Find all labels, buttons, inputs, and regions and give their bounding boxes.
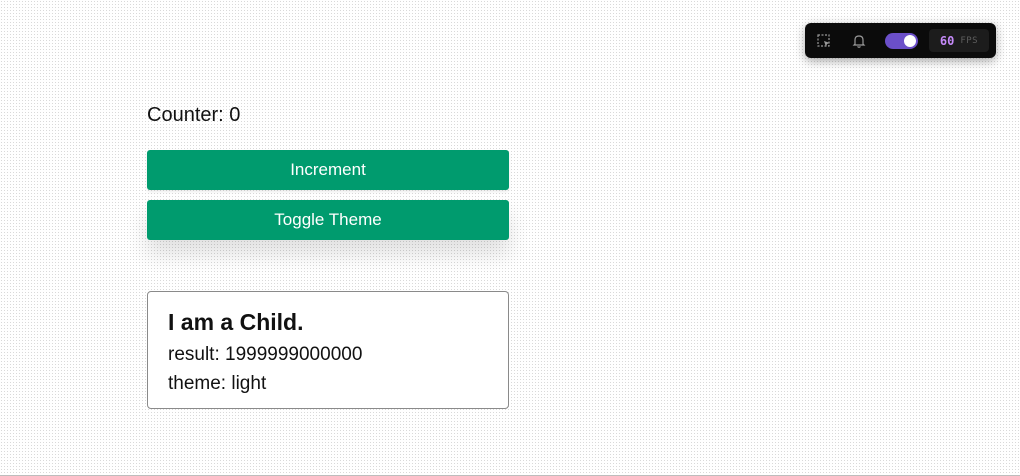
child-theme: theme: light (168, 373, 267, 394)
child-card: I am a Child. result: 1999999000000 them… (147, 291, 509, 409)
child-result: result: 1999999000000 (168, 344, 363, 365)
toggle-knob (904, 35, 916, 47)
fps-value: 60 (939, 33, 955, 48)
select-element-icon[interactable] (815, 32, 833, 50)
toggle-theme-button[interactable]: Toggle Theme (147, 200, 509, 240)
increment-button[interactable]: Increment (147, 150, 509, 190)
fps-unit: FPS (960, 35, 979, 46)
bell-icon[interactable] (850, 32, 868, 50)
toolbar-toggle[interactable] (885, 33, 918, 49)
child-title: I am a Child. (168, 309, 304, 335)
fps-meter: 60 FPS (929, 29, 989, 52)
counter-label: Counter: 0 (147, 104, 241, 126)
devtools-toolbar: 60 FPS (805, 23, 996, 58)
